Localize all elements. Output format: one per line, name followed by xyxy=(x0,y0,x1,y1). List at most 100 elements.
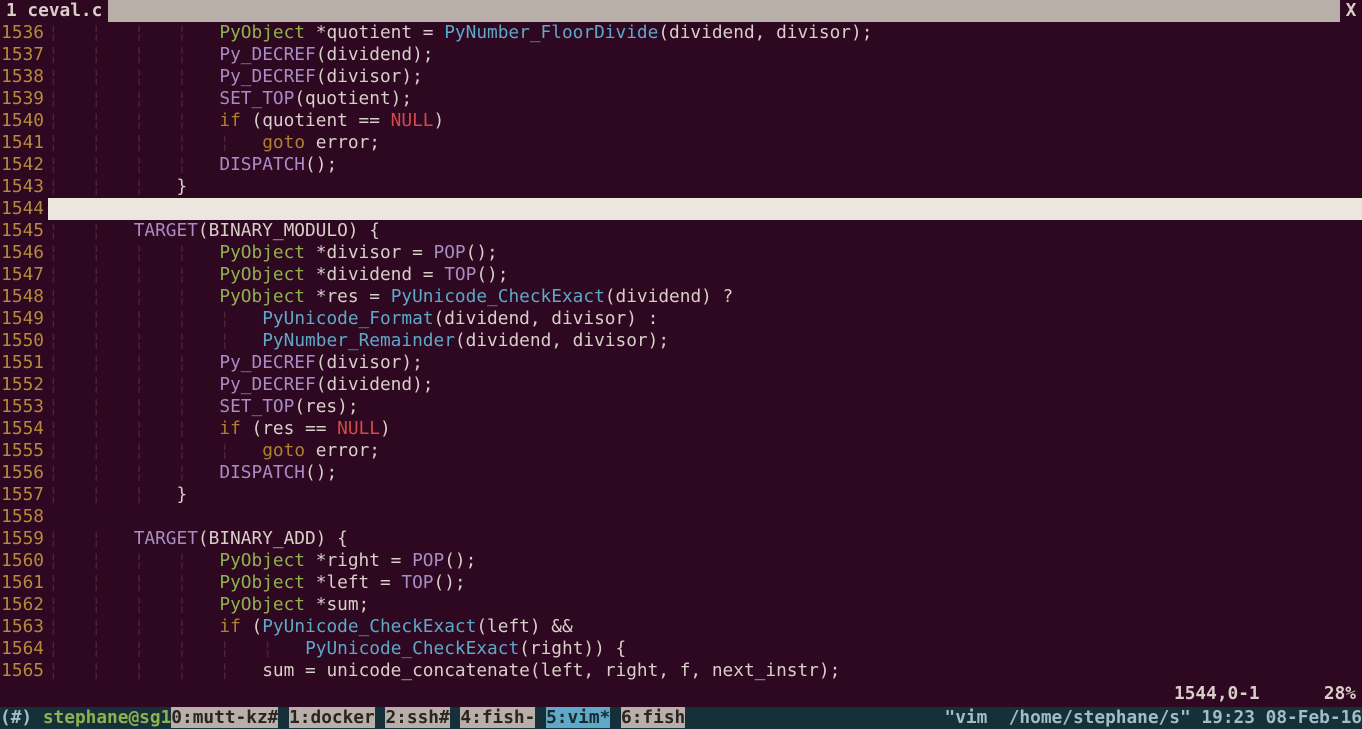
line-number: 1537 xyxy=(0,44,48,66)
tmux-statusbar: (#) stephane@sg1 0:mutt-kz# 1:docker 2:s… xyxy=(0,707,1362,729)
line-number: 1559 xyxy=(0,528,48,550)
tmux-window[interactable]: 2:ssh# xyxy=(385,707,449,728)
line-number: 1562 xyxy=(0,594,48,616)
code-text: ¦ ¦ ¦ ¦ DISPATCH(); xyxy=(48,154,1362,176)
code-text: ¦ ¦ ¦ ¦ PyObject *right = POP(); xyxy=(48,550,1362,572)
line-number: 1538 xyxy=(0,66,48,88)
code-text: ¦ ¦ ¦ ¦ PyObject *dividend = TOP(); xyxy=(48,264,1362,286)
code-line[interactable]: 1541¦ ¦ ¦ ¦ ¦ goto error; xyxy=(0,132,1362,154)
code-line[interactable]: 1552¦ ¦ ¦ ¦ Py_DECREF(dividend); xyxy=(0,374,1362,396)
code-line[interactable]: 1553¦ ¦ ¦ ¦ SET_TOP(res); xyxy=(0,396,1362,418)
code-line[interactable]: 1564¦ ¦ ¦ ¦ ¦ ¦ PyUnicode_CheckExact(rig… xyxy=(0,638,1362,660)
code-text: ¦ ¦ ¦ ¦ DISPATCH(); xyxy=(48,462,1362,484)
code-text xyxy=(48,506,1362,528)
line-number: 1551 xyxy=(0,352,48,374)
line-number: 1565 xyxy=(0,660,48,682)
code-line[interactable]: 1562¦ ¦ ¦ ¦ PyObject *sum; xyxy=(0,594,1362,616)
line-number: 1536 xyxy=(0,22,48,44)
code-text: ¦ ¦ ¦ ¦ if (quotient == NULL) xyxy=(48,110,1362,132)
line-number: 1546 xyxy=(0,242,48,264)
code-line[interactable]: 1547¦ ¦ ¦ ¦ PyObject *dividend = TOP(); xyxy=(0,264,1362,286)
code-line[interactable]: 1555¦ ¦ ¦ ¦ ¦ goto error; xyxy=(0,440,1362,462)
code-text: ¦ ¦ ¦ ¦ SET_TOP(quotient); xyxy=(48,88,1362,110)
code-line[interactable]: 1557¦ ¦ ¦ } xyxy=(0,484,1362,506)
code-line[interactable]: 1548¦ ¦ ¦ ¦ PyObject *res = PyUnicode_Ch… xyxy=(0,286,1362,308)
code-line[interactable]: 1545¦ ¦ TARGET(BINARY_MODULO) { xyxy=(0,220,1362,242)
code-text: ¦ ¦ ¦ ¦ ¦ PyUnicode_Format(dividend, div… xyxy=(48,308,1362,330)
line-number: 1558 xyxy=(0,506,48,528)
code-line[interactable]: 1543¦ ¦ ¦ } xyxy=(0,176,1362,198)
tmux-window[interactable]: 4:fish- xyxy=(460,707,535,728)
line-number: 1548 xyxy=(0,286,48,308)
line-number: 1561 xyxy=(0,572,48,594)
code-text: ¦ ¦ ¦ ¦ ¦ goto error; xyxy=(48,440,1362,462)
code-line[interactable]: 1549¦ ¦ ¦ ¦ ¦ PyUnicode_Format(dividend,… xyxy=(0,308,1362,330)
code-text: ¦ ¦ ¦ ¦ Py_DECREF(divisor); xyxy=(48,352,1362,374)
line-number: 1549 xyxy=(0,308,48,330)
line-number: 1544 xyxy=(0,198,48,220)
code-text: ¦ ¦ ¦ ¦ PyObject *quotient = PyNumber_Fl… xyxy=(48,22,1362,44)
code-text: ¦ ¦ ¦ ¦ if (res == NULL) xyxy=(48,418,1362,440)
code-line[interactable]: 1536¦ ¦ ¦ ¦ PyObject *quotient = PyNumbe… xyxy=(0,22,1362,44)
code-line[interactable]: 1546¦ ¦ ¦ ¦ PyObject *divisor = POP(); xyxy=(0,242,1362,264)
editor-viewport[interactable]: 1536¦ ¦ ¦ ¦ PyObject *quotient = PyNumbe… xyxy=(0,22,1362,707)
tmux-window[interactable]: 5:vim* xyxy=(546,707,610,728)
code-line[interactable]: 1558 xyxy=(0,506,1362,528)
line-number: 1557 xyxy=(0,484,48,506)
code-line[interactable]: 1565¦ ¦ ¦ ¦ ¦ sum = unicode_concatenate(… xyxy=(0,660,1362,682)
code-text: ¦ ¦ ¦ ¦ Py_DECREF(divisor); xyxy=(48,66,1362,88)
code-line[interactable]: 1559¦ ¦ TARGET(BINARY_ADD) { xyxy=(0,528,1362,550)
code-line[interactable]: 1538¦ ¦ ¦ ¦ Py_DECREF(divisor); xyxy=(0,66,1362,88)
line-number: 1553 xyxy=(0,396,48,418)
tmux-window[interactable]: 1:docker xyxy=(289,707,375,728)
tabline: 1 ceval.c X xyxy=(0,0,1362,22)
tab-active[interactable]: 1 ceval.c xyxy=(0,0,108,22)
code-text: ¦ ¦ ¦ ¦ ¦ sum = unicode_concatenate(left… xyxy=(48,660,1362,682)
code-line[interactable]: 1561¦ ¦ ¦ ¦ PyObject *left = TOP(); xyxy=(0,572,1362,594)
code-text: ¦ ¦ ¦ ¦ if (PyUnicode_CheckExact(left) &… xyxy=(48,616,1362,638)
status-user-host: stephane@sg1 xyxy=(43,707,171,729)
tmux-window[interactable]: 6:fish xyxy=(621,707,685,728)
tab-close-button[interactable]: X xyxy=(1340,0,1362,22)
line-number: 1554 xyxy=(0,418,48,440)
code-text: ¦ ¦ ¦ ¦ Py_DECREF(dividend); xyxy=(48,44,1362,66)
line-number: 1547 xyxy=(0,264,48,286)
tmux-window[interactable]: 0:mutt-kz# xyxy=(171,707,278,728)
code-text: ¦ ¦ ¦ ¦ PyObject *sum; xyxy=(48,594,1362,616)
ruler-position: 1544,0-1 28% xyxy=(1174,683,1356,705)
code-line[interactable]: 1563¦ ¦ ¦ ¦ if (PyUnicode_CheckExact(lef… xyxy=(0,616,1362,638)
status-prefix: (#) xyxy=(0,707,43,729)
line-number: 1550 xyxy=(0,330,48,352)
code-text: ¦ ¦ ¦ ¦ ¦ ¦ PyUnicode_CheckExact(right))… xyxy=(48,638,1362,660)
line-number: 1543 xyxy=(0,176,48,198)
line-number: 1560 xyxy=(0,550,48,572)
code-line[interactable]: 1556¦ ¦ ¦ ¦ DISPATCH(); xyxy=(0,462,1362,484)
code-text: ¦ ¦ TARGET(BINARY_ADD) { xyxy=(48,528,1362,550)
line-number: 1541 xyxy=(0,132,48,154)
code-line[interactable]: 1554¦ ¦ ¦ ¦ if (res == NULL) xyxy=(0,418,1362,440)
status-windows: 0:mutt-kz# 1:docker 2:ssh# 4:fish- 5:vim… xyxy=(171,707,696,729)
code-text: ¦ ¦ ¦ } xyxy=(48,176,1362,198)
code-line[interactable]: 1542¦ ¦ ¦ ¦ DISPATCH(); xyxy=(0,154,1362,176)
code-line[interactable]: 1560¦ ¦ ¦ ¦ PyObject *right = POP(); xyxy=(0,550,1362,572)
code-text: ¦ ¦ ¦ ¦ ¦ goto error; xyxy=(48,132,1362,154)
code-text: ¦ ¦ TARGET(BINARY_MODULO) { xyxy=(48,220,1362,242)
code-line[interactable]: 1540¦ ¦ ¦ ¦ if (quotient == NULL) xyxy=(0,110,1362,132)
line-number: 1545 xyxy=(0,220,48,242)
line-number: 1555 xyxy=(0,440,48,462)
code-line[interactable]: 1544 xyxy=(0,198,1362,220)
code-line[interactable]: 1550¦ ¦ ¦ ¦ ¦ PyNumber_Remainder(dividen… xyxy=(0,330,1362,352)
line-number: 1542 xyxy=(0,154,48,176)
code-text: ¦ ¦ ¦ ¦ SET_TOP(res); xyxy=(48,396,1362,418)
line-number: 1540 xyxy=(0,110,48,132)
code-text: ¦ ¦ ¦ ¦ PyObject *left = TOP(); xyxy=(48,572,1362,594)
code-text: ¦ ¦ ¦ ¦ PyObject *res = PyUnicode_CheckE… xyxy=(48,286,1362,308)
code-text: ¦ ¦ ¦ ¦ Py_DECREF(dividend); xyxy=(48,374,1362,396)
code-line[interactable]: 1539¦ ¦ ¦ ¦ SET_TOP(quotient); xyxy=(0,88,1362,110)
line-number: 1556 xyxy=(0,462,48,484)
line-number: 1564 xyxy=(0,638,48,660)
status-right: "vim /home/stephane/s" 19:23 08-Feb-16 xyxy=(944,707,1362,729)
code-text: ¦ ¦ ¦ ¦ ¦ PyNumber_Remainder(dividend, d… xyxy=(48,330,1362,352)
code-line[interactable]: 1551¦ ¦ ¦ ¦ Py_DECREF(divisor); xyxy=(0,352,1362,374)
code-line[interactable]: 1537¦ ¦ ¦ ¦ Py_DECREF(dividend); xyxy=(0,44,1362,66)
